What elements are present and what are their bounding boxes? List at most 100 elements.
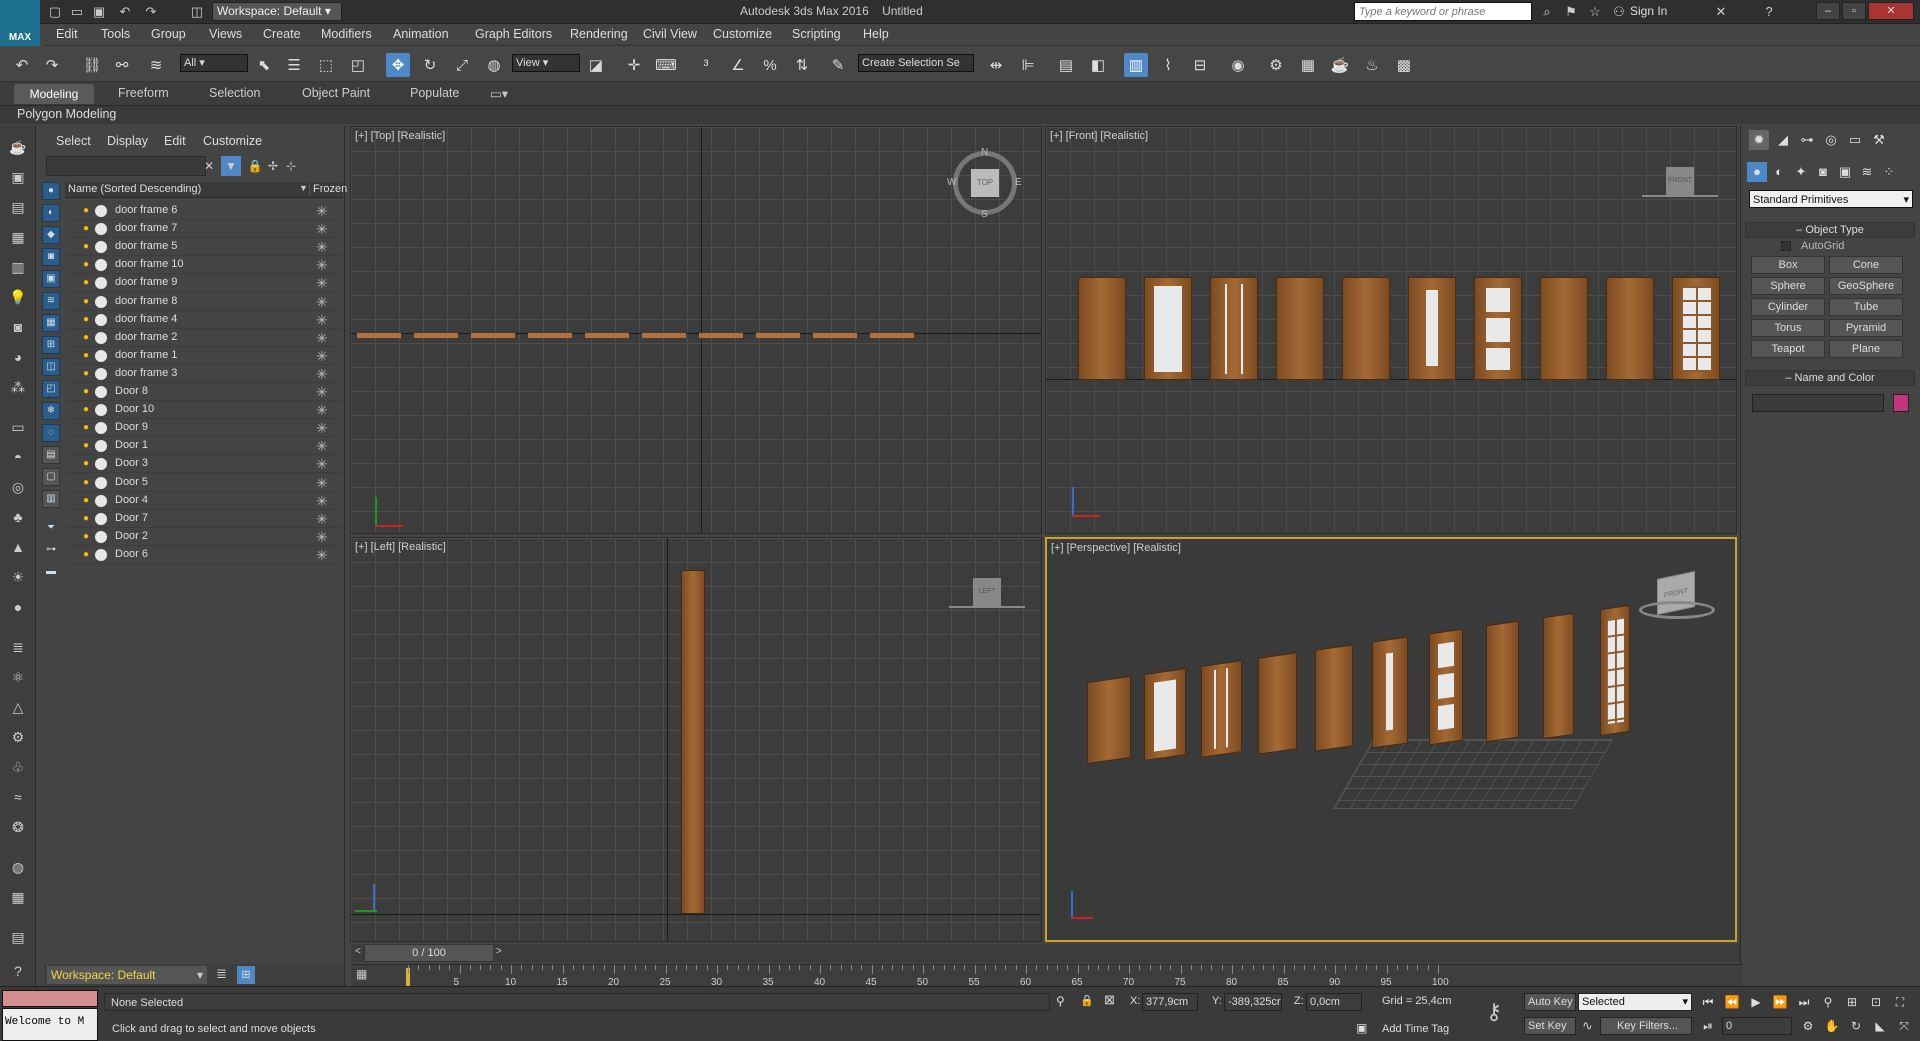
subscription-icon[interactable]: ⚑	[1562, 3, 1580, 21]
filter-containers-icon[interactable]: ◰	[42, 380, 60, 398]
render-window-icon[interactable]: ▩	[1392, 53, 1416, 77]
undo-icon[interactable]: ↶	[10, 53, 34, 77]
polygon-modeling-label[interactable]: Polygon Modeling	[17, 107, 116, 121]
visibility-bulb-icon[interactable]: ●	[83, 403, 93, 416]
ribbon-tab-selection[interactable]: Selection	[209, 86, 260, 100]
primitive-button-tube[interactable]: Tube	[1829, 298, 1903, 316]
viewport-perspective[interactable]: [+] [Perspective] [Realistic] FRONT	[1045, 537, 1737, 942]
geometry-icon[interactable]: ●	[1747, 162, 1767, 182]
explorer-row[interactable]: ● door frame 10 ✳	[65, 256, 343, 275]
door-perspective-view[interactable]	[1543, 612, 1575, 740]
hierarchy-icon[interactable]: ⊹	[281, 156, 301, 176]
freeze-icon[interactable]: ✳	[316, 257, 328, 274]
redo-quick-icon[interactable]: ↷	[142, 3, 160, 21]
bind-space-warp-icon[interactable]: ≋	[144, 53, 168, 77]
visibility-bulb-icon[interactable]: ●	[83, 240, 93, 253]
menu-modifiers[interactable]: Modifiers	[321, 27, 372, 41]
visibility-bulb-icon[interactable]: ●	[83, 457, 93, 470]
display-dependents-icon[interactable]: ▥	[42, 490, 60, 508]
prev-frame-icon[interactable]: <	[355, 946, 361, 957]
render-setup-icon[interactable]: ⚙	[1264, 53, 1288, 77]
visibility-bulb-icon[interactable]: ●	[83, 494, 93, 507]
menu-scripting[interactable]: Scripting	[792, 27, 841, 41]
calculator-icon[interactable]: ▦	[6, 886, 30, 908]
rect-selection-icon[interactable]: ⬚	[314, 53, 338, 77]
door-front-view[interactable]	[1540, 277, 1588, 380]
primitive-button-torus[interactable]: Torus	[1751, 319, 1825, 337]
menu-civil-view[interactable]: Civil View	[643, 27, 697, 41]
scale-icon[interactable]: ⤢	[450, 53, 474, 77]
visibility-bulb-icon[interactable]: ●	[83, 512, 93, 525]
play-icon[interactable]: ▶	[1746, 993, 1766, 1011]
camera-icon[interactable]: ◙	[6, 316, 30, 338]
door-front-view[interactable]	[1342, 277, 1390, 380]
container-icon[interactable]: ▣	[6, 166, 30, 188]
help-icon[interactable]: ?	[1760, 3, 1778, 21]
name-color-rollout[interactable]: – Name and Color	[1745, 370, 1915, 386]
visibility-bulb-icon[interactable]: ●	[83, 439, 93, 452]
motion-tab-icon[interactable]: ◎	[1821, 130, 1841, 150]
time-tag-icon[interactable]: ▣	[1356, 1021, 1367, 1035]
explorer-row[interactable]: ● Door 7 ✳	[65, 510, 343, 528]
freeze-icon[interactable]: ✳	[316, 275, 328, 292]
door-perspective-view[interactable]	[1486, 620, 1519, 743]
mini-curve-editor-icon[interactable]: ▦	[356, 967, 374, 985]
time-config-icon[interactable]: ⚙	[1798, 1017, 1818, 1035]
filter-xrefs-icon[interactable]: ⊞	[42, 336, 60, 354]
freeze-icon[interactable]: ✳	[316, 511, 328, 528]
filter-geometry-icon[interactable]: ●	[42, 182, 60, 200]
new-file-icon[interactable]: ▢	[46, 3, 64, 21]
edit-named-selection-icon[interactable]: ✎	[826, 53, 850, 77]
freeze-icon[interactable]: ✳	[316, 294, 328, 311]
ring-icon[interactable]: ◎	[6, 476, 30, 498]
freeze-icon[interactable]: ✳	[316, 239, 328, 256]
door-front-view[interactable]	[1210, 277, 1258, 380]
rotate-icon[interactable]: ↻	[418, 53, 442, 77]
filter-frozen-icon[interactable]: ❄	[42, 402, 60, 420]
menu-rendering[interactable]: Rendering	[570, 27, 628, 41]
help-circle-icon[interactable]: ?	[6, 960, 30, 982]
keyboard-shortcut-icon[interactable]: ⌨	[654, 53, 678, 77]
visibility-bulb-icon[interactable]: ●	[83, 204, 93, 217]
y-coordinate-field[interactable]: -389,325cr	[1224, 993, 1282, 1011]
layer-grid-icon[interactable]: ▦	[6, 226, 30, 248]
undo-quick-icon[interactable]: ↶	[116, 3, 134, 21]
menu-group[interactable]: Group	[151, 27, 186, 41]
freeze-icon[interactable]: ✳	[316, 529, 328, 546]
cameras-icon[interactable]: ◙	[1813, 162, 1833, 182]
zoom-all-icon[interactable]: ⊞	[1842, 993, 1862, 1011]
primitive-button-geosphere[interactable]: GeoSphere	[1829, 277, 1903, 295]
door-perspective-view[interactable]	[1258, 652, 1298, 755]
redo-icon[interactable]: ↷	[40, 53, 64, 77]
explorer-search-input[interactable]	[46, 156, 206, 176]
visibility-bulb-icon[interactable]: ●	[83, 476, 93, 489]
manipulate-icon[interactable]: ✛	[622, 53, 646, 77]
freeze-icon[interactable]: ✳	[316, 312, 328, 329]
angle-snap-icon[interactable]: ∠	[726, 53, 750, 77]
primitive-button-box[interactable]: Box	[1751, 256, 1825, 274]
maximize-viewport-icon[interactable]: ⛶	[1890, 993, 1910, 1011]
visibility-bulb-icon[interactable]: ●	[83, 530, 93, 543]
sign-in-button[interactable]: Sign In	[1630, 4, 1667, 18]
table-icon[interactable]: ▥	[6, 256, 30, 278]
viewport-top[interactable]: [+] [Top] [Realistic] TOP N S E W	[350, 126, 1042, 534]
explorer-row[interactable]: ● door frame 6 ✳	[65, 202, 343, 220]
set-key-button[interactable]: Set Key	[1524, 1017, 1576, 1035]
time-slider-track[interactable]	[352, 944, 1740, 962]
filter-groups-icon[interactable]: ▦	[42, 314, 60, 332]
freeze-icon[interactable]: ✳	[316, 438, 328, 455]
filter-bones-icon[interactable]: ◫	[42, 358, 60, 376]
layer-manager-icon[interactable]: ▤	[1054, 53, 1078, 77]
hierarchy-tree-icon[interactable]: ⊶	[42, 542, 60, 560]
ribbon-tab-object-paint[interactable]: Object Paint	[302, 86, 370, 100]
display-children-icon[interactable]: ▤	[42, 446, 60, 464]
door-front-view[interactable]	[1276, 277, 1324, 380]
visibility-bulb-icon[interactable]: ●	[83, 258, 93, 271]
object-name-field[interactable]	[1752, 394, 1884, 412]
door-perspective-view[interactable]	[1600, 604, 1630, 737]
maximize-button[interactable]: ▫	[1842, 2, 1866, 20]
maxscript-listener-top[interactable]	[2, 990, 98, 1007]
door-top-view[interactable]	[357, 333, 401, 338]
hierarchy-tab-icon[interactable]: ⊶	[1797, 130, 1817, 150]
key-filters-button[interactable]: Key Filters...	[1600, 1017, 1692, 1035]
